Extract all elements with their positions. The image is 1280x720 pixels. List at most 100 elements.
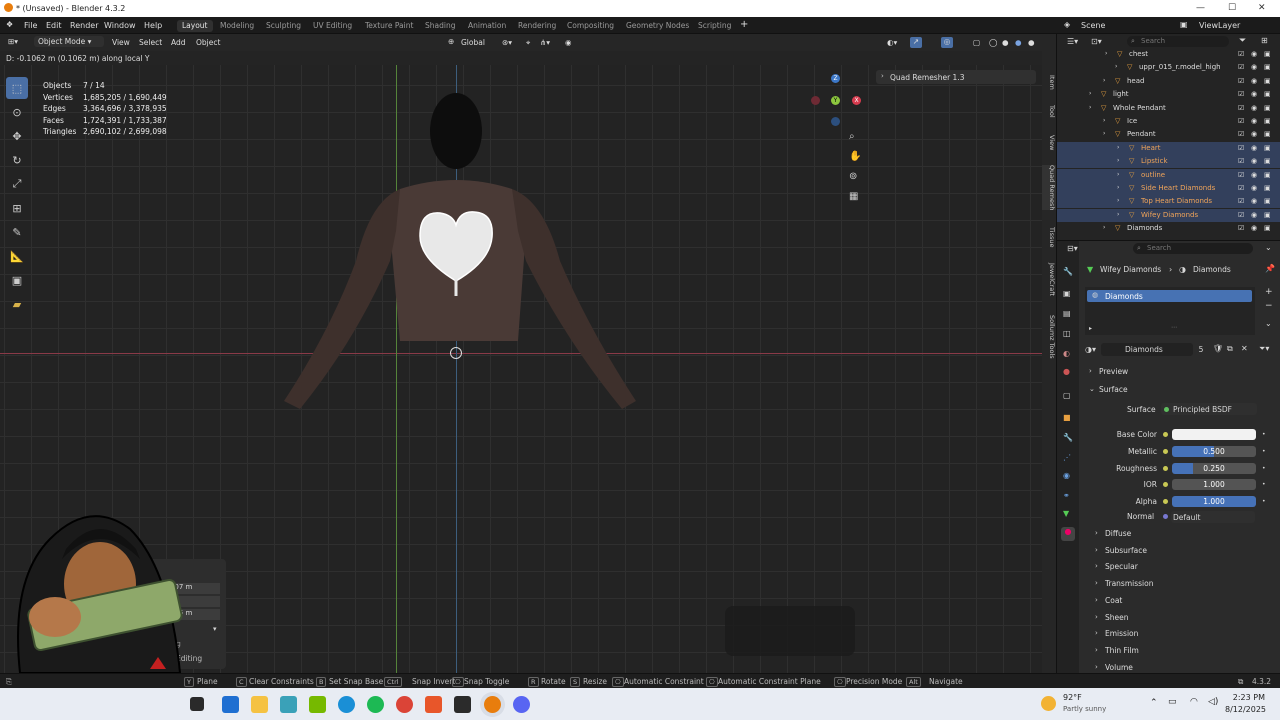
eye-icon[interactable]: ◉ bbox=[1251, 171, 1257, 179]
field-slider[interactable]: 1.000 bbox=[1172, 496, 1256, 507]
exclude-checkbox-icon[interactable]: ☑ bbox=[1238, 224, 1244, 232]
eye-icon[interactable]: ◉ bbox=[1251, 157, 1257, 165]
add-menu[interactable]: Add bbox=[171, 38, 186, 47]
exclude-checkbox-icon[interactable]: ☑ bbox=[1238, 171, 1244, 179]
viewport-3d[interactable]: Objects 7 / 14 Vertices 1,685,205 / 1,690,… bbox=[0, 51, 1042, 673]
keyframe-dot-icon[interactable]: • bbox=[1262, 498, 1266, 505]
eye-icon[interactable]: ◉ bbox=[1251, 77, 1257, 85]
expand-chevron-icon[interactable]: › bbox=[1089, 104, 1091, 111]
eye-icon[interactable]: ◉ bbox=[1251, 63, 1257, 71]
constraints-properties-icon[interactable]: ⚭ bbox=[1063, 491, 1070, 500]
subpanel-sheen[interactable]: Sheen bbox=[1105, 613, 1129, 622]
keyframe-dot-icon[interactable]: • bbox=[1262, 481, 1266, 488]
rotate-tool-icon[interactable]: ↻ bbox=[6, 149, 28, 171]
subpanel-diffuse[interactable]: Diffuse bbox=[1105, 529, 1131, 538]
quad-remesher-panel-header[interactable]: › Quad Remesher 1.3 bbox=[876, 70, 1036, 84]
tool-properties-icon[interactable]: 🔧 bbox=[1063, 267, 1073, 276]
preview-chevron-icon[interactable]: › bbox=[1089, 367, 1092, 375]
exclude-checkbox-icon[interactable]: ☑ bbox=[1238, 197, 1244, 205]
material-slot-row[interactable]: ◍ Diamonds bbox=[1087, 290, 1252, 302]
viewlayer-icon[interactable]: ▣ bbox=[1180, 20, 1188, 29]
expand-chevron-icon[interactable]: › bbox=[1117, 184, 1119, 191]
exclude-checkbox-icon[interactable]: ☑ bbox=[1238, 184, 1244, 192]
exclude-checkbox-icon[interactable]: ☑ bbox=[1238, 50, 1244, 58]
outliner-display-mode-icon[interactable]: ⊡▾ bbox=[1091, 37, 1102, 46]
subpanel-volume[interactable]: Volume bbox=[1105, 663, 1133, 672]
gizmo-x-icon[interactable]: X bbox=[852, 96, 861, 105]
render-camera-icon[interactable]: ▣ bbox=[1264, 130, 1271, 138]
menu-help[interactable]: Help bbox=[144, 21, 162, 30]
unlink-material-icon[interactable]: ✕ bbox=[1241, 344, 1248, 353]
exclude-checkbox-icon[interactable]: ☑ bbox=[1238, 157, 1244, 165]
move-tool-icon[interactable]: ✥ bbox=[6, 125, 28, 147]
tab-quad-remesh[interactable]: Quad Remesh bbox=[1042, 165, 1056, 211]
properties-search-input[interactable]: ⌕ Search bbox=[1133, 243, 1253, 254]
cursor-tool-icon[interactable]: ⊙ bbox=[6, 101, 28, 123]
render-properties-icon[interactable]: ▣ bbox=[1063, 289, 1071, 298]
subpanel-chevron-icon[interactable]: › bbox=[1095, 579, 1098, 587]
shading-rendered-icon[interactable]: ● bbox=[1028, 38, 1035, 47]
start-button-icon[interactable] bbox=[190, 697, 204, 711]
nvidia-app-icon[interactable] bbox=[309, 696, 326, 713]
keyframe-dot-icon[interactable]: • bbox=[1262, 431, 1266, 438]
field-slider[interactable] bbox=[1172, 429, 1256, 440]
camera-view-icon[interactable]: ⊚ bbox=[849, 171, 857, 182]
render-camera-icon[interactable]: ▣ bbox=[1264, 224, 1271, 232]
outliner-row[interactable]: › ▽ chest ☑ ◉ ▣ bbox=[1057, 48, 1280, 61]
render-camera-icon[interactable]: ▣ bbox=[1264, 90, 1271, 98]
gizmo-toggle-icon[interactable]: ↗ bbox=[910, 37, 922, 48]
field-slider[interactable]: 0.250 bbox=[1172, 463, 1256, 474]
keyframe-dot-icon[interactable]: • bbox=[1262, 465, 1266, 472]
ortho-toggle-icon[interactable]: ▦ bbox=[849, 191, 858, 202]
tab-item[interactable]: Item bbox=[1042, 75, 1056, 90]
snap-icon[interactable]: ⌖ bbox=[526, 38, 530, 48]
redo-dropdown-chevron-icon[interactable]: ▾ bbox=[213, 625, 217, 633]
material-browse-icon[interactable]: ◑▾ bbox=[1085, 345, 1096, 354]
data-properties-icon[interactable]: ▼ bbox=[1063, 509, 1069, 518]
network-icon[interactable]: ▭ bbox=[1168, 697, 1177, 707]
normal-field[interactable]: Default bbox=[1171, 511, 1255, 523]
outliner-row[interactable]: › ▽ Ice ☑ ◉ ▣ bbox=[1057, 115, 1280, 128]
transform-orientation-icon[interactable]: ⊕ bbox=[448, 37, 454, 46]
outliner-row[interactable]: › ▽ head ☑ ◉ ▣ bbox=[1057, 75, 1280, 88]
subpanel-chevron-icon[interactable]: › bbox=[1095, 596, 1098, 604]
shading-wireframe-icon[interactable]: ◯ bbox=[989, 38, 997, 47]
exclude-checkbox-icon[interactable]: ☑ bbox=[1238, 117, 1244, 125]
chrome-browser-icon[interactable] bbox=[396, 696, 413, 713]
eye-icon[interactable]: ◉ bbox=[1251, 50, 1257, 58]
viewlayer-name[interactable]: ViewLayer bbox=[1199, 21, 1240, 30]
zoom-view-icon[interactable]: ⌕ bbox=[849, 131, 855, 142]
outliner-row[interactable]: › ▽ Whole Pendant ☑ ◉ ▣ bbox=[1057, 102, 1280, 115]
pivot-icon[interactable]: ⊛▾ bbox=[502, 38, 512, 47]
transform-orientation[interactable]: Global bbox=[461, 38, 485, 47]
props-editor-icon[interactable]: ⊟▾ bbox=[1067, 244, 1078, 253]
exclude-checkbox-icon[interactable]: ☑ bbox=[1238, 104, 1244, 112]
subpanel-transmission[interactable]: Transmission bbox=[1105, 579, 1153, 588]
tab-compositing[interactable]: Compositing bbox=[562, 20, 619, 32]
eye-icon[interactable]: ◉ bbox=[1251, 144, 1257, 152]
eye-icon[interactable]: ◉ bbox=[1251, 224, 1257, 232]
tab-scripting[interactable]: Scripting bbox=[693, 20, 736, 32]
render-camera-icon[interactable]: ▣ bbox=[1264, 117, 1271, 125]
expand-chevron-icon[interactable]: › bbox=[1117, 171, 1119, 178]
outliner-row[interactable]: › ▽ uppr_015_r.model_high ☑ ◉ ▣ bbox=[1057, 61, 1280, 74]
render-camera-icon[interactable]: ▣ bbox=[1264, 157, 1271, 165]
render-camera-icon[interactable]: ▣ bbox=[1264, 104, 1271, 112]
transform-tool-icon[interactable]: ⊞ bbox=[6, 197, 28, 219]
pan-view-icon[interactable]: ✋ bbox=[849, 151, 861, 162]
tab-jewelcraft[interactable]: JewelCraft bbox=[1042, 263, 1056, 296]
object-properties-icon[interactable]: ■ bbox=[1063, 413, 1071, 422]
list-expand-icon[interactable]: ▸ bbox=[1089, 325, 1092, 332]
outliner-row[interactable]: › ▽ Pendant ☑ ◉ ▣ bbox=[1057, 128, 1280, 141]
menu-file[interactable]: File bbox=[24, 21, 37, 30]
files-app-icon[interactable] bbox=[280, 696, 297, 713]
outliner-row[interactable]: › ▽ Heart ☑ ◉ ▣ bbox=[1057, 141, 1280, 155]
subpanel-subsurface[interactable]: Subsurface bbox=[1105, 546, 1147, 555]
discord-app-icon[interactable] bbox=[513, 696, 530, 713]
expand-chevron-icon[interactable]: › bbox=[1117, 157, 1119, 164]
volume-icon[interactable]: ◁) bbox=[1208, 697, 1218, 707]
eye-icon[interactable]: ◉ bbox=[1251, 197, 1257, 205]
tab-tool[interactable]: Tool bbox=[1042, 105, 1056, 118]
clock-time[interactable]: 2:23 PM bbox=[1225, 693, 1265, 702]
tab-rendering[interactable]: Rendering bbox=[513, 20, 561, 32]
